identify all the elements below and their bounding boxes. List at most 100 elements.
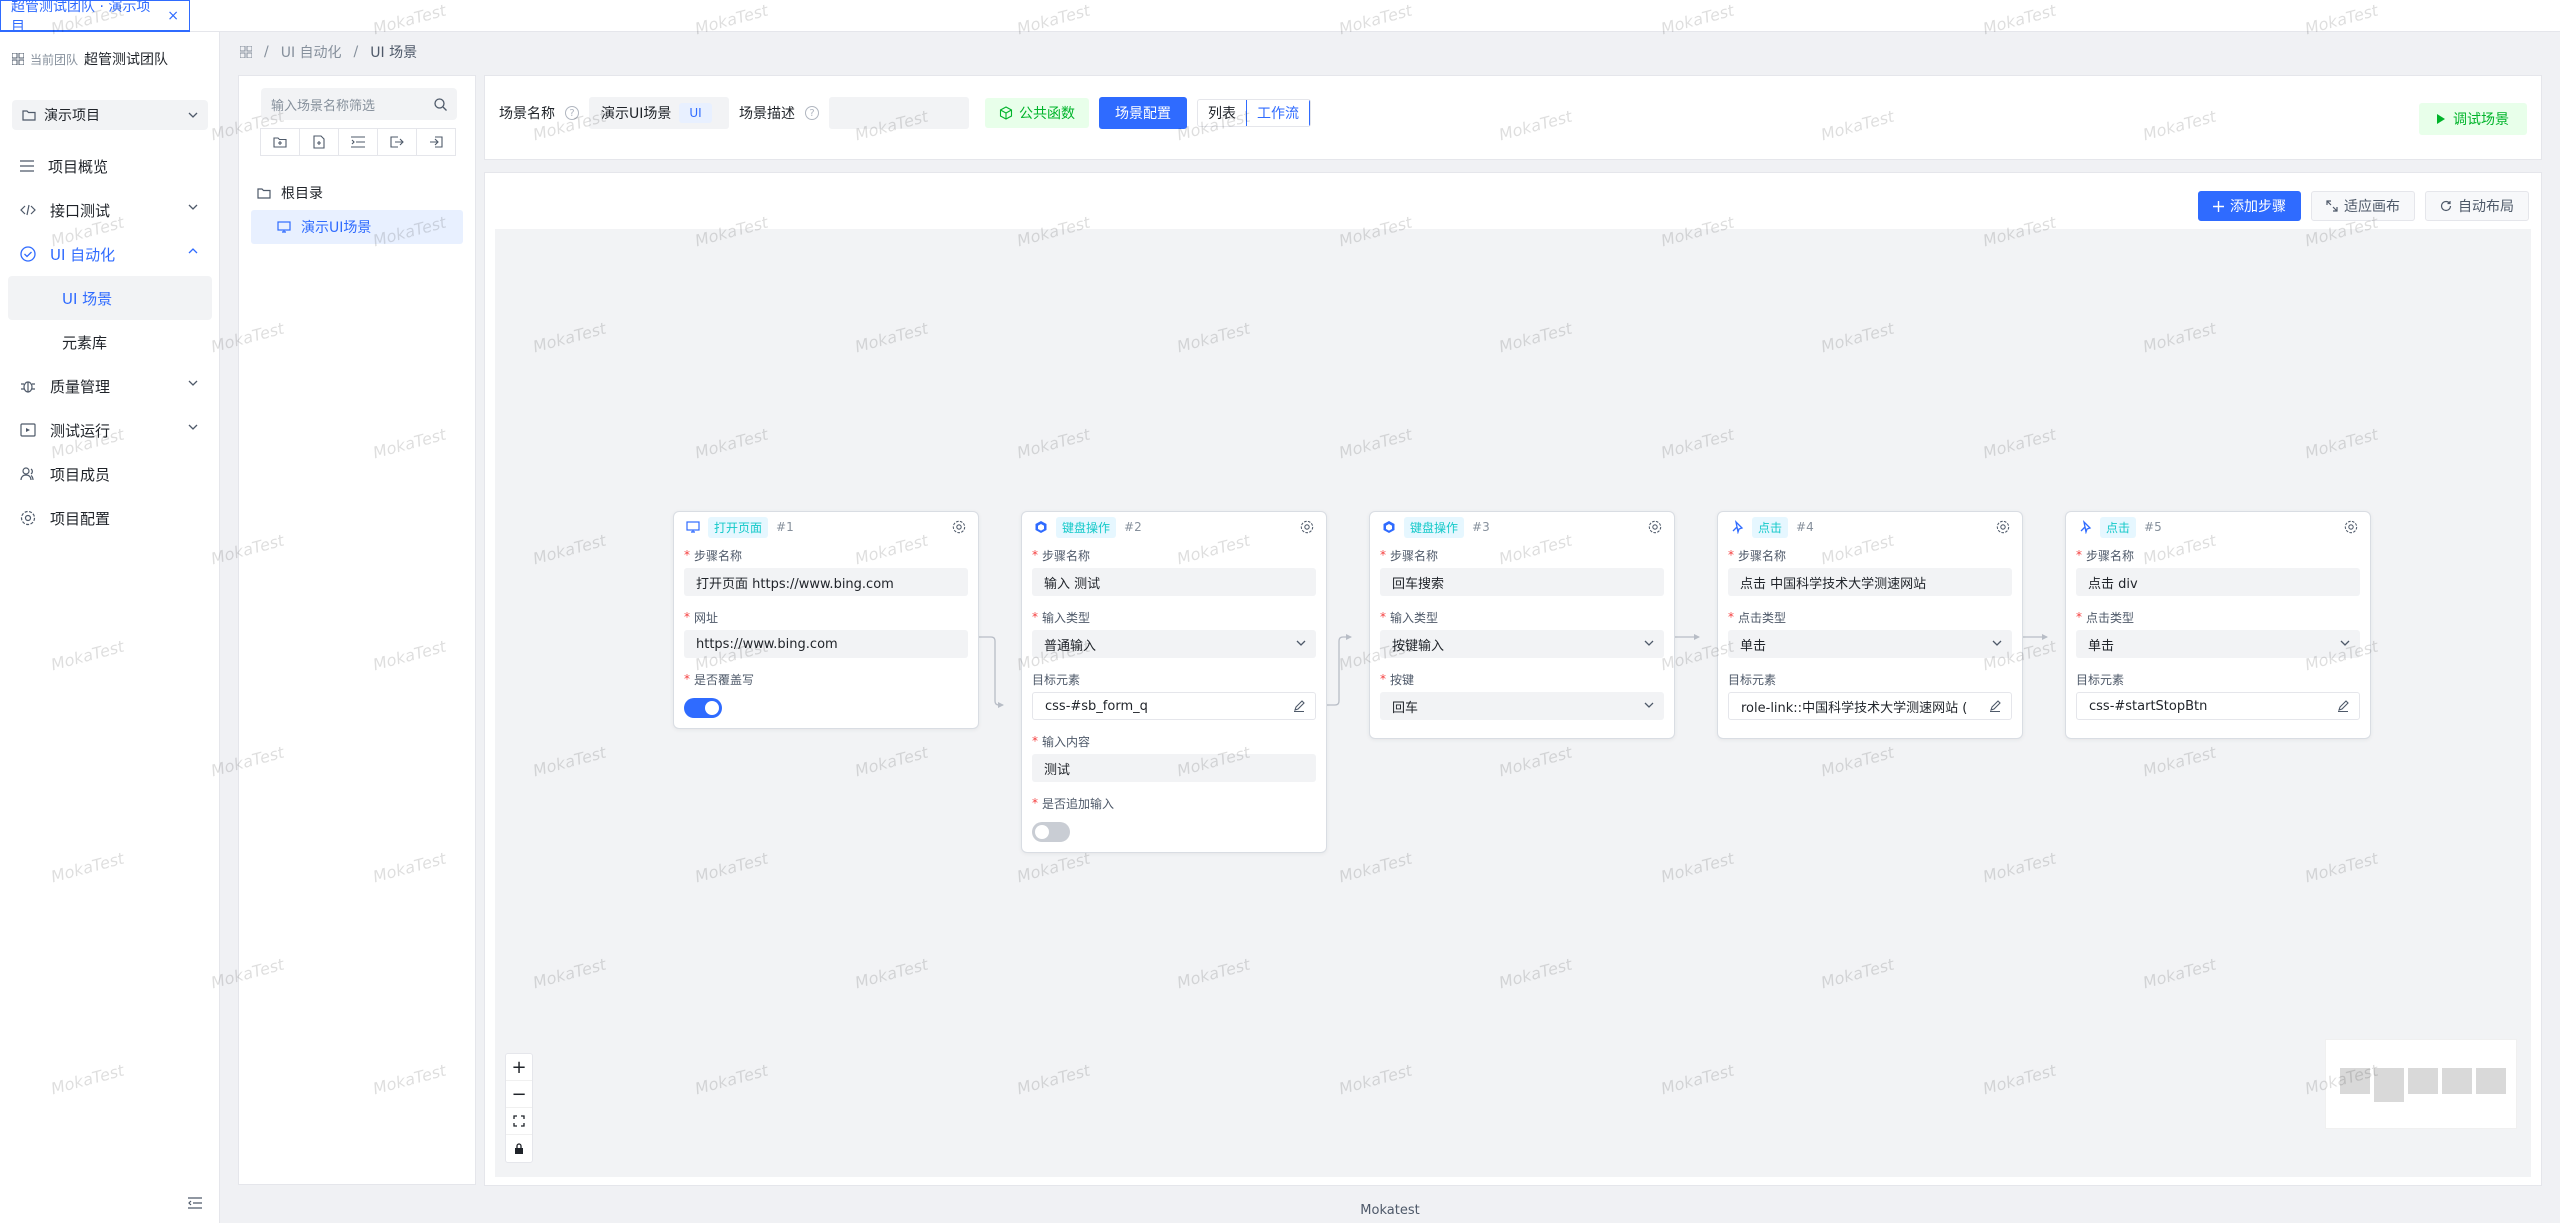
fit-canvas-button[interactable]: 适应画布: [2311, 191, 2415, 221]
help-icon[interactable]: ?: [805, 106, 819, 120]
zoom-out-button[interactable]: −: [506, 1081, 532, 1108]
step-node[interactable]: 打开页面 #1 * 步骤名称 打开页面 https://www.bing.com …: [673, 511, 979, 729]
collapse-sidebar-icon[interactable]: [188, 1197, 202, 1209]
sidebar-item-test-run[interactable]: 测试运行: [0, 408, 220, 452]
edit-icon: [1989, 700, 2001, 712]
step-node-header: 点击 #5: [2066, 512, 2370, 542]
scene-search-input[interactable]: 输入场景名称筛选: [261, 88, 457, 120]
input-type-select[interactable]: 普通输入: [1032, 630, 1316, 658]
tree-node-demo-scene[interactable]: 演示UI场景: [251, 210, 463, 244]
key-select[interactable]: 回车: [1380, 692, 1664, 720]
target-element-input[interactable]: css-#sb_form_q: [1032, 692, 1316, 720]
minimap-node: [2374, 1068, 2404, 1102]
new-file-icon[interactable]: [299, 128, 339, 156]
project-select[interactable]: 演示项目: [12, 100, 208, 130]
input-type-select[interactable]: 按键输入: [1380, 630, 1664, 658]
minimap[interactable]: [2325, 1039, 2517, 1129]
gear-icon[interactable]: [2344, 520, 2358, 534]
step-number: #1: [776, 520, 794, 534]
step-node[interactable]: 点击 #4 * 步骤名称 点击 中国科学技术大学测速网站 * 点击类型 单击 目标元…: [1717, 511, 2023, 739]
sidebar-item-overview[interactable]: 项目概览: [0, 144, 220, 188]
gear-icon[interactable]: [952, 520, 966, 534]
gear-icon[interactable]: [1648, 520, 1662, 534]
append-input-toggle[interactable]: [1032, 822, 1070, 842]
field-label: 目标元素: [2076, 672, 2125, 687]
step-name-input[interactable]: 点击 div: [2076, 568, 2360, 596]
click-type-select[interactable]: 单击: [1728, 630, 2012, 658]
grid-icon: [12, 53, 24, 65]
sidebar-item-members[interactable]: 项目成员: [0, 452, 220, 496]
sidebar-item-api-test[interactable]: 接口测试: [0, 188, 220, 232]
step-name-input[interactable]: 点击 中国科学技术大学测速网站: [1728, 568, 2012, 596]
field-label: * 输入类型: [1380, 610, 1439, 625]
monitor-icon: [277, 221, 291, 233]
flow-board[interactable]: 打开页面 #1 * 步骤名称 打开页面 https://www.bing.com …: [495, 229, 2531, 1177]
step-type-tag: 点击: [2100, 516, 2137, 538]
close-icon[interactable]: ×: [167, 8, 179, 24]
step-name-input[interactable]: 回车搜索: [1380, 568, 1664, 596]
gear-icon[interactable]: [1996, 520, 2010, 534]
folder-icon: [257, 187, 271, 199]
sidebar-sub-element-lib[interactable]: 元素库: [8, 320, 212, 364]
step-node[interactable]: 点击 #5 * 步骤名称 点击 div * 点击类型 单击 目标元素 css-#st…: [2065, 511, 2371, 739]
edit-icon: [2337, 700, 2349, 712]
indent-icon[interactable]: [338, 128, 378, 156]
step-number: #5: [2144, 520, 2162, 534]
import-icon[interactable]: [416, 128, 456, 156]
view-list-option[interactable]: 列表: [1198, 100, 1246, 126]
sidebar-nav: 项目概览 接口测试 UI 自动化 UI 场景 元素库 质量管理 测试运行 项目成…: [0, 144, 220, 540]
add-step-button[interactable]: 添加步骤: [2198, 191, 2301, 221]
fit-view-icon[interactable]: [506, 1108, 532, 1135]
breadcrumb-current: UI 场景: [370, 45, 418, 61]
team-info: 当前团队 超管测试团队: [12, 44, 168, 74]
view-toggle: 列表 工作流: [1197, 99, 1311, 127]
input-content-field[interactable]: 测试: [1032, 754, 1316, 782]
step-node[interactable]: 键盘操作 #2 * 步骤名称 输入 测试 * 输入类型 普通输入 目标元素 css-…: [1021, 511, 1327, 853]
target-element-input[interactable]: role-link::中国科学技术大学测速网站 (: [1728, 692, 2012, 720]
new-folder-icon[interactable]: [260, 128, 300, 156]
auto-layout-button[interactable]: 自动布局: [2425, 191, 2529, 221]
lock-icon[interactable]: [506, 1135, 532, 1162]
scene-desc-input[interactable]: [829, 97, 969, 129]
url-input[interactable]: https://www.bing.com: [684, 630, 968, 658]
overwrite-toggle[interactable]: [684, 698, 722, 718]
chevron-down-icon: [1992, 640, 2002, 646]
gear-icon[interactable]: [1300, 520, 1314, 534]
field-label: * 步骤名称: [1380, 548, 1439, 563]
sidebar-item-config[interactable]: 项目配置: [0, 496, 220, 540]
fit-canvas-label: 适应画布: [2344, 199, 2400, 215]
field-label: * 步骤名称: [1032, 548, 1091, 563]
scene-config-button[interactable]: 场景配置: [1099, 97, 1187, 129]
play-icon: [2437, 114, 2445, 124]
tree-node-label: 演示UI场景: [301, 220, 372, 236]
config-row: 场景名称 ? 演示UI场景 UI 场景描述 ? 公共函数 场景配置 列表 工作流: [499, 96, 1311, 130]
view-flow-option[interactable]: 工作流: [1246, 100, 1310, 126]
plus-icon: [2213, 200, 2224, 212]
target-element-input[interactable]: css-#startStopBtn: [2076, 692, 2360, 720]
sidebar-sub-ui-scene[interactable]: UI 场景: [8, 276, 212, 320]
sidebar-item-quality[interactable]: 质量管理: [0, 364, 220, 408]
gear-icon: [20, 510, 36, 526]
public-function-button[interactable]: 公共函数: [985, 98, 1089, 128]
click-type-select[interactable]: 单击: [2076, 630, 2360, 658]
breadcrumb-item[interactable]: UI 自动化: [281, 42, 342, 62]
step-type-tag: 打开页面: [708, 516, 769, 538]
export-icon[interactable]: [377, 128, 417, 156]
scene-name-input[interactable]: 演示UI场景 UI: [589, 97, 729, 129]
help-icon[interactable]: ?: [565, 106, 579, 120]
apps-icon[interactable]: [240, 46, 252, 58]
step-name-input[interactable]: 输入 测试: [1032, 568, 1316, 596]
step-name-input[interactable]: 打开页面 https://www.bing.com: [684, 568, 968, 596]
sidebar-item-ui-automation[interactable]: UI 自动化: [0, 232, 220, 276]
zoom-in-button[interactable]: +: [506, 1054, 532, 1081]
field-label: 目标元素: [1032, 672, 1081, 687]
tree-node-root[interactable]: 根目录: [251, 176, 463, 210]
search-placeholder: 输入场景名称筛选: [271, 98, 376, 114]
scene-name-label: 场景名称: [499, 106, 555, 122]
tab-bar: 超管测试团队 · 演示项目 ×: [0, 0, 2560, 35]
monitor-icon: [686, 521, 700, 533]
tab-project[interactable]: 超管测试团队 · 演示项目 ×: [0, 0, 190, 35]
step-node[interactable]: 键盘操作 #3 * 步骤名称 回车搜索 * 输入类型 按键输入 * 按键 回车: [1369, 511, 1675, 739]
step-number: #2: [1124, 520, 1142, 534]
debug-scene-button[interactable]: 调试场景: [2419, 103, 2527, 135]
